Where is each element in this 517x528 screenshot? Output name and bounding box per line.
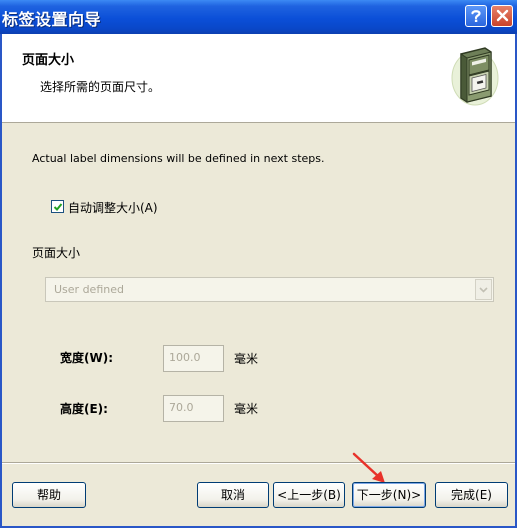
next-button[interactable]: 下一步(N)> [352,482,426,508]
info-text: Actual label dimensions will be defined … [32,152,325,165]
auto-resize-label[interactable]: 自动调整大小(A) [68,199,158,216]
title-bar[interactable]: 标签设置向导 [0,0,517,34]
checkmark-icon [53,203,63,211]
width-label: 宽度(W): [60,351,114,365]
width-unit: 毫米 [234,352,259,366]
height-input[interactable]: 70.0 [163,395,224,422]
back-button[interactable]: <上一步(B) [273,482,345,508]
step-title: 页面大小 [22,53,75,68]
wizard-dialog: 标签设置向导 页面大小 选择所需的页面尺寸。 Actual label dime… [0,0,517,528]
help-titlebar-button[interactable] [465,5,487,27]
step-subtitle: 选择所需的页面尺寸。 [40,80,161,94]
page-size-dropdown[interactable]: User defined [45,277,494,302]
question-mark-icon [471,10,481,22]
chevron-down-icon [479,287,488,293]
wizard-header: 页面大小 选择所需的页面尺寸。 [2,34,515,123]
window-title: 标签设置向导 [2,10,102,29]
footer-divider [2,462,515,464]
auto-resize-checkbox[interactable] [51,200,64,213]
height-unit: 毫米 [234,402,259,416]
width-input[interactable]: 100.0 [163,345,224,372]
page-size-selected-value: User defined [54,283,124,296]
file-cabinet-icon [451,47,499,106]
close-button[interactable] [491,5,513,27]
help-button[interactable]: 帮助 [12,482,86,508]
height-label: 高度(E): [60,402,108,416]
close-x-icon [496,9,508,22]
cancel-button[interactable]: 取消 [197,482,269,508]
page-size-label: 页面大小 [32,246,81,260]
dropdown-arrow-button[interactable] [475,279,492,300]
finish-button[interactable]: 完成(E) [435,482,508,508]
